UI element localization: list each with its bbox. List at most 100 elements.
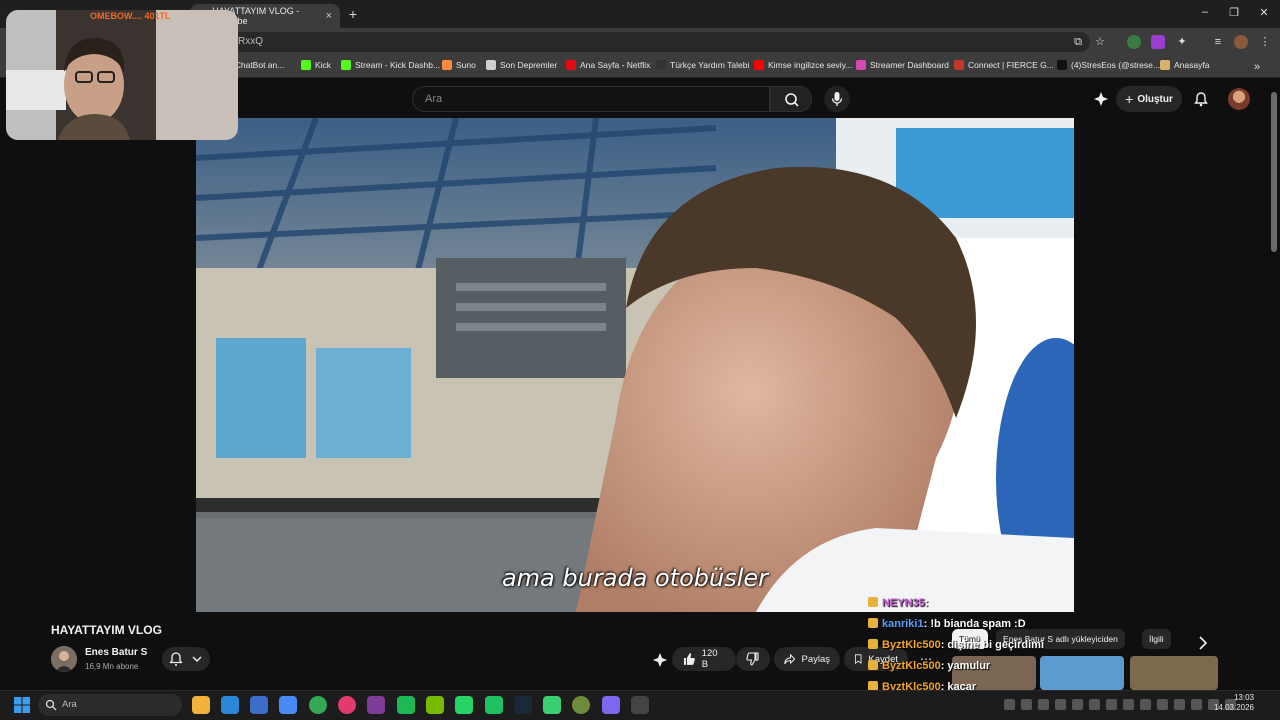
tray-app-icon[interactable]: [1140, 699, 1151, 710]
bookmark-label: Anasayfa: [1174, 60, 1210, 70]
bookmark-suno[interactable]: Suno: [442, 60, 476, 70]
account-avatar[interactable]: [1228, 88, 1250, 110]
extension-twitch-icon[interactable]: [1151, 35, 1165, 49]
epic-games-icon[interactable]: [631, 696, 649, 714]
bookmark-netflix[interactable]: Ana Sayfa - Netflix: [566, 60, 650, 70]
dislike-button[interactable]: [736, 647, 770, 671]
windows-start-icon[interactable]: [13, 696, 31, 714]
bookmark-label: (4)StresEos (@strese...: [1071, 60, 1160, 70]
close-tab-icon[interactable]: ×: [326, 10, 332, 22]
mail-icon[interactable]: [279, 696, 297, 714]
bookmark-streamer-dashboard[interactable]: Streamer Dashboard: [856, 60, 949, 70]
chevron-right-icon[interactable]: [1196, 634, 1210, 652]
bookmark-kick-dashboard[interactable]: Stream - Kick Dashb...: [341, 60, 440, 70]
minimize-icon[interactable]: –: [1197, 6, 1213, 18]
bookmark-son-depremler[interactable]: Son Depremler: [486, 60, 557, 70]
recommended-thumbnail[interactable]: [1130, 656, 1218, 690]
ask-sparkle-icon[interactable]: [651, 651, 669, 669]
microphone-tray-icon[interactable]: [1191, 699, 1202, 710]
minecraft-icon[interactable]: [572, 696, 590, 714]
favicon-icon: [754, 60, 764, 70]
whatsapp-icon[interactable]: [455, 696, 473, 714]
terminal-icon[interactable]: [485, 696, 503, 714]
bookmark-label: Stream - Kick Dashb...: [355, 60, 441, 70]
bookmark-label: Kick: [315, 60, 332, 70]
streamer-webcam: [6, 10, 238, 140]
steam-icon[interactable]: [514, 696, 532, 714]
chrome-icon[interactable]: [309, 696, 327, 714]
video-player[interactable]: ama burada otobüsler: [196, 118, 1074, 612]
search-button[interactable]: [770, 86, 812, 112]
tray-app-icon[interactable]: [1157, 699, 1168, 710]
like-button[interactable]: 120 B: [672, 647, 736, 671]
bookmark-label: t ChatBot an...: [230, 60, 285, 70]
tray-app-icon[interactable]: [1089, 699, 1100, 710]
bookmark-streseos[interactable]: (4)StresEos (@strese...: [1057, 60, 1160, 70]
edge-icon[interactable]: [221, 696, 239, 714]
bookmark-turkce-yardim[interactable]: Türkçe Yardım Talebi: [656, 60, 749, 70]
opera-icon[interactable]: [338, 696, 356, 714]
tray-app-icon[interactable]: [1021, 699, 1032, 710]
cast-icon[interactable]: ⧉: [1071, 35, 1085, 49]
bookmark-kick[interactable]: Kick: [301, 60, 331, 70]
subscription-bell-button[interactable]: [162, 647, 210, 671]
create-label: Oluştur: [1137, 93, 1173, 105]
search-input[interactable]: Ara: [412, 86, 770, 112]
channel-avatar[interactable]: [51, 646, 77, 672]
share-arrow-icon: [784, 653, 796, 665]
page-scrollbar[interactable]: [1271, 92, 1277, 252]
duolingo-icon[interactable]: [543, 696, 561, 714]
bookmark-chatbot[interactable]: t ChatBot an...: [230, 60, 284, 70]
restore-icon[interactable]: ❐: [1226, 6, 1242, 19]
store-icon[interactable]: [250, 696, 268, 714]
tray-app-icon[interactable]: [1123, 699, 1134, 710]
bookmark-kimse-ingilizce[interactable]: Kimse ingilizce seviy...: [754, 60, 852, 70]
system-clock[interactable]: 13:03 14.03.2026: [1214, 693, 1254, 713]
new-tab-button[interactable]: +: [345, 6, 361, 22]
bookmark-star-icon[interactable]: ☆: [1093, 35, 1107, 49]
bookmark-anasayfa[interactable]: Anasayfa: [1160, 60, 1209, 70]
close-window-icon[interactable]: ✕: [1256, 6, 1272, 19]
chat-badge-icon: [868, 618, 878, 628]
recommended-thumbnail[interactable]: [1040, 656, 1124, 690]
extension-shield-icon[interactable]: [1127, 35, 1141, 49]
spotify-icon[interactable]: [397, 696, 415, 714]
clock-time: 13:03: [1233, 693, 1254, 702]
obs-icon[interactable]: [367, 696, 385, 714]
sparkle-icon[interactable]: [1092, 90, 1110, 108]
chat-message: ByztKlc500: yamulur: [868, 660, 990, 672]
tray-app-icon[interactable]: [1038, 699, 1049, 710]
taskbar-search-input[interactable]: Ara: [38, 694, 182, 716]
url-input[interactable]: RxxQ: [230, 32, 1090, 52]
chat-badge-icon: [868, 597, 878, 607]
browser-menu-icon[interactable]: ⋮: [1258, 35, 1272, 49]
nvidia-icon[interactable]: [426, 696, 444, 714]
chat-text: : dişine bi geçirdimi: [940, 639, 1044, 651]
tray-app-icon[interactable]: [1072, 699, 1083, 710]
tray-app-icon[interactable]: [1055, 699, 1066, 710]
subscriber-count: 16,9 Mn abone: [85, 662, 139, 671]
reading-list-icon[interactable]: ≡: [1211, 35, 1225, 49]
tray-app-icon[interactable]: [1004, 699, 1015, 710]
webcam-feed-illustration: [6, 10, 238, 140]
thumbs-up-icon: [683, 653, 695, 665]
notifications-bell-icon[interactable]: [1192, 90, 1210, 108]
share-button[interactable]: Paylaş: [774, 647, 840, 671]
bookmark-label: Ana Sayfa - Netflix: [580, 60, 651, 70]
discord-icon[interactable]: [602, 696, 620, 714]
bookmark-connect-fierce[interactable]: Connect | FIERCE G...: [954, 60, 1054, 70]
file-explorer-icon[interactable]: [192, 696, 210, 714]
channel-name[interactable]: Enes Batur S: [85, 647, 147, 658]
voice-search-button[interactable]: [824, 86, 850, 112]
bookmarks-overflow-icon[interactable]: »: [1250, 60, 1264, 74]
tray-app-icon[interactable]: [1174, 699, 1185, 710]
thumbs-down-icon: [746, 652, 759, 666]
create-button[interactable]: + Oluştur: [1116, 86, 1182, 112]
profile-avatar-icon[interactable]: [1234, 35, 1248, 49]
bookmark-label: Türkçe Yardım Talebi: [670, 60, 750, 70]
tray-app-icon[interactable]: [1106, 699, 1117, 710]
extensions-puzzle-icon[interactable]: ✦: [1175, 35, 1189, 49]
chat-message: kanriki1: !b bianda spam :D: [868, 618, 1026, 630]
like-count: 120 B: [701, 648, 718, 670]
filter-chip[interactable]: İlgili: [1142, 629, 1171, 649]
